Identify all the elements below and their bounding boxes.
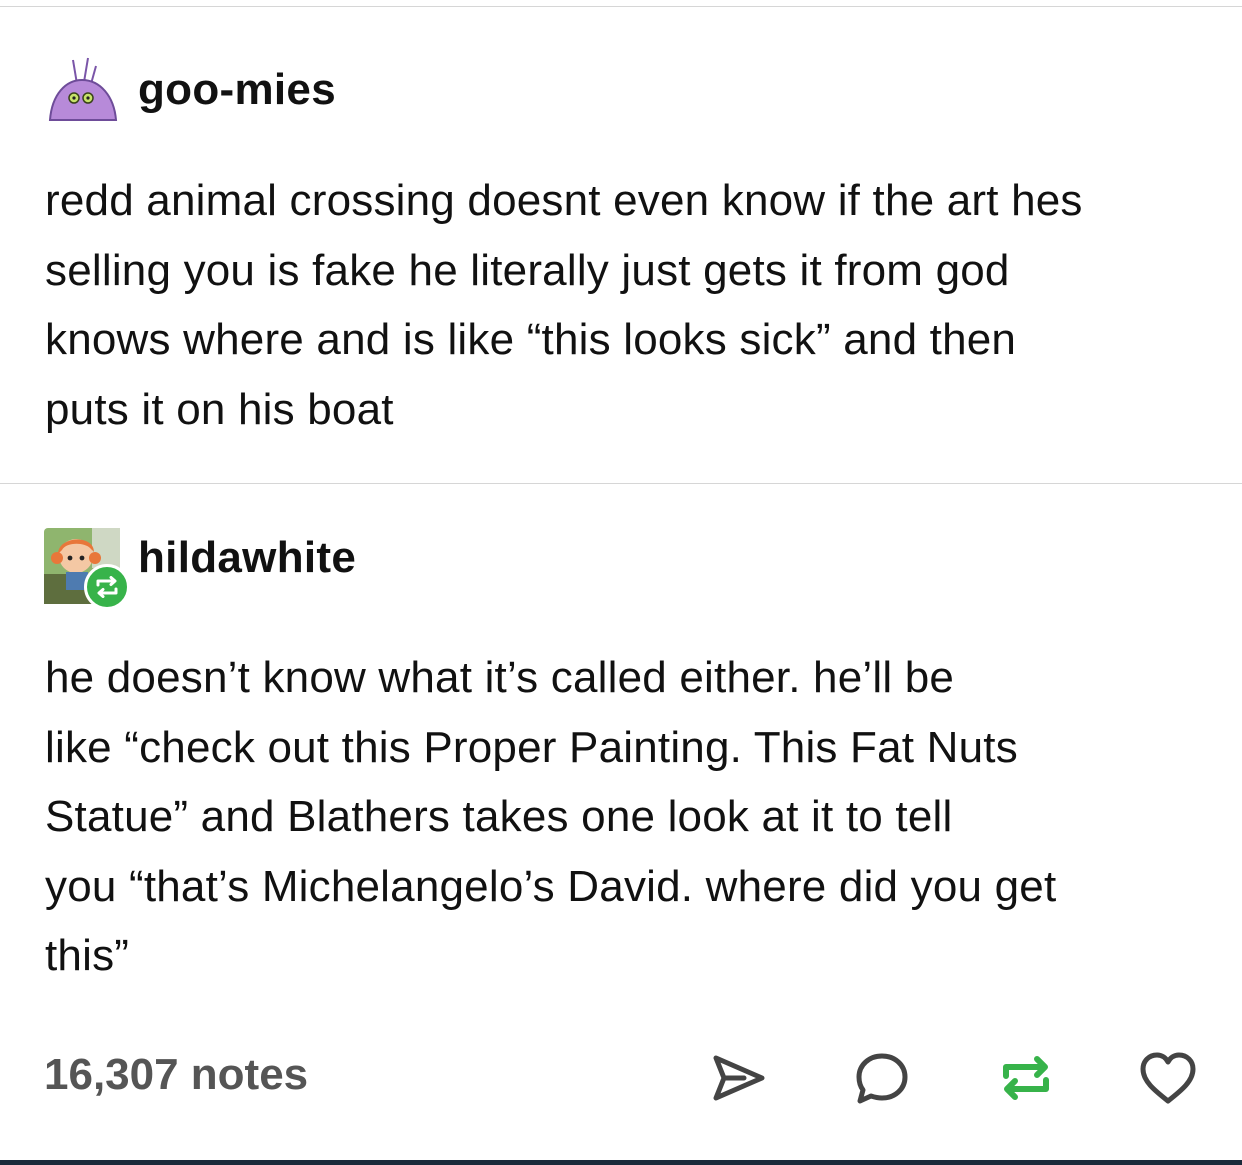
- post-body: he doesn’t know what it’s called either.…: [45, 643, 1205, 991]
- reblog-icon: [1003, 1056, 1049, 1100]
- like-button[interactable]: [1136, 1046, 1200, 1110]
- post-text-line: you “that’s Michelangelo’s David. where …: [45, 861, 1057, 911]
- post-divider: [0, 483, 1242, 484]
- bottom-border: [0, 1160, 1242, 1165]
- post-text-line: selling you is fake he literally just ge…: [45, 245, 1010, 295]
- post-header-hildawhite: hildawhite: [44, 528, 356, 610]
- reblog-badge-icon: [84, 564, 130, 610]
- top-divider: [0, 6, 1242, 7]
- reply-icon: [856, 1053, 908, 1104]
- author-name[interactable]: goo-mies: [138, 65, 336, 115]
- post-text-line: knows where and is like “this looks sick…: [45, 315, 1017, 364]
- post-text-line: puts it on his boat: [45, 384, 394, 434]
- purple-blob-avatar-icon[interactable]: [44, 54, 120, 130]
- post-text-line: this”: [45, 931, 130, 980]
- post-header-goo-mies: goo-mies: [44, 54, 336, 130]
- share-icon: [713, 1055, 765, 1101]
- post-text-line: he doesn’t know what it’s called either.…: [45, 653, 955, 702]
- post-text-line: like “check out this Proper Painting. Th…: [45, 722, 1018, 772]
- reblog-button[interactable]: [994, 1046, 1058, 1110]
- villager-avatar-icon[interactable]: [44, 528, 130, 610]
- share-button[interactable]: [706, 1046, 770, 1110]
- heart-icon: [1140, 1052, 1196, 1104]
- author-name[interactable]: hildawhite: [138, 533, 356, 583]
- post-text-line: Statue” and Blathers takes one look at i…: [45, 792, 953, 841]
- post-footer: 16,307 notes: [44, 1046, 1204, 1110]
- reply-button[interactable]: [850, 1046, 914, 1110]
- post-body: redd animal crossing doesnt even know if…: [45, 166, 1205, 444]
- notes-count[interactable]: 16,307 notes: [44, 1050, 308, 1100]
- post-text-line: redd animal crossing doesnt even know if…: [45, 176, 1083, 225]
